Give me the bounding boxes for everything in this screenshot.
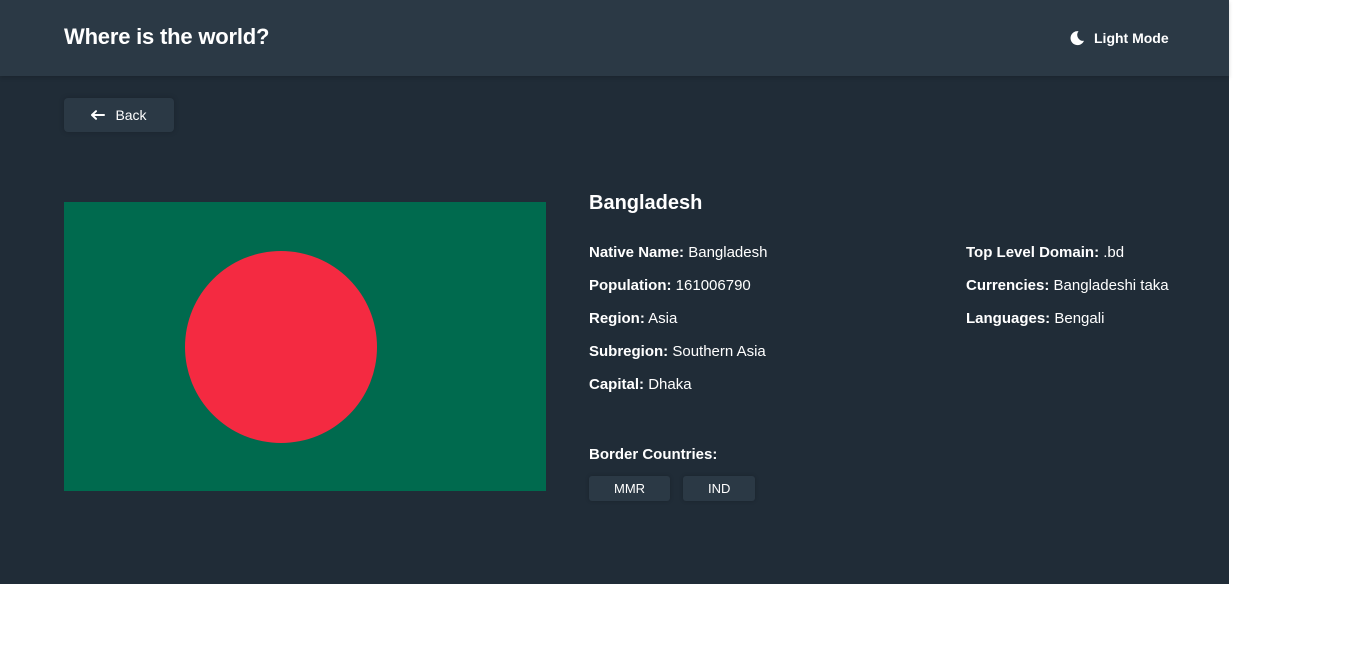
border-country-button[interactable]: IND bbox=[683, 476, 756, 501]
border-country-button[interactable]: MMR bbox=[589, 476, 671, 501]
detail-label: Capital: bbox=[589, 376, 645, 393]
arrow-left-icon bbox=[91, 110, 106, 120]
detail-value: Asia bbox=[648, 310, 678, 327]
back-button-label: Back bbox=[115, 107, 147, 123]
detail-label: Top Level Domain: bbox=[966, 244, 1100, 261]
detail-label: Languages: bbox=[966, 310, 1051, 327]
moon-icon bbox=[1069, 30, 1085, 46]
border-countries-list: MMR IND bbox=[589, 476, 756, 501]
theme-toggle-button[interactable]: Light Mode bbox=[1069, 28, 1169, 48]
detail-value: Bengali bbox=[1054, 310, 1105, 327]
detail-value: Southern Asia bbox=[672, 343, 766, 360]
detail-label: Population: bbox=[589, 277, 672, 294]
detail-value: 161006790 bbox=[675, 277, 751, 294]
detail-label: Currencies: bbox=[966, 277, 1050, 294]
detail-label: Native Name: bbox=[589, 244, 685, 261]
detail-currencies: Currencies: Bangladeshi taka bbox=[966, 275, 1169, 308]
detail-native-name: Native Name: Bangladesh bbox=[589, 242, 767, 275]
border-countries-label: Border Countries: bbox=[589, 446, 718, 463]
theme-toggle-label: Light Mode bbox=[1094, 30, 1169, 46]
details-primary: Native Name: Bangladesh Population: 1610… bbox=[589, 242, 767, 407]
detail-region: Region: Asia bbox=[589, 308, 767, 341]
detail-capital: Capital: Dhaka bbox=[589, 374, 767, 407]
detail-label: Subregion: bbox=[589, 343, 669, 360]
detail-value: .bd bbox=[1103, 244, 1125, 261]
detail-value: Bangladesh bbox=[688, 244, 768, 261]
app-root: Where is the world? Light Mode Back Bang… bbox=[0, 0, 1229, 584]
detail-subregion: Subregion: Southern Asia bbox=[589, 341, 767, 374]
detail-population: Population: 161006790 bbox=[589, 275, 767, 308]
app-title: Where is the world? bbox=[64, 24, 270, 49]
back-button[interactable]: Back bbox=[64, 98, 174, 132]
details-secondary: Top Level Domain: .bd Currencies: Bangla… bbox=[966, 242, 1169, 341]
detail-languages: Languages: Bengali bbox=[966, 308, 1169, 341]
detail-value: Bangladeshi taka bbox=[1053, 277, 1169, 294]
detail-top-level-domain: Top Level Domain: .bd bbox=[966, 242, 1169, 275]
detail-label: Region: bbox=[589, 310, 645, 327]
country-name: Bangladesh bbox=[589, 192, 703, 214]
detail-value: Dhaka bbox=[648, 376, 692, 393]
country-flag bbox=[64, 202, 546, 491]
top-header: Where is the world? Light Mode bbox=[0, 0, 1229, 76]
